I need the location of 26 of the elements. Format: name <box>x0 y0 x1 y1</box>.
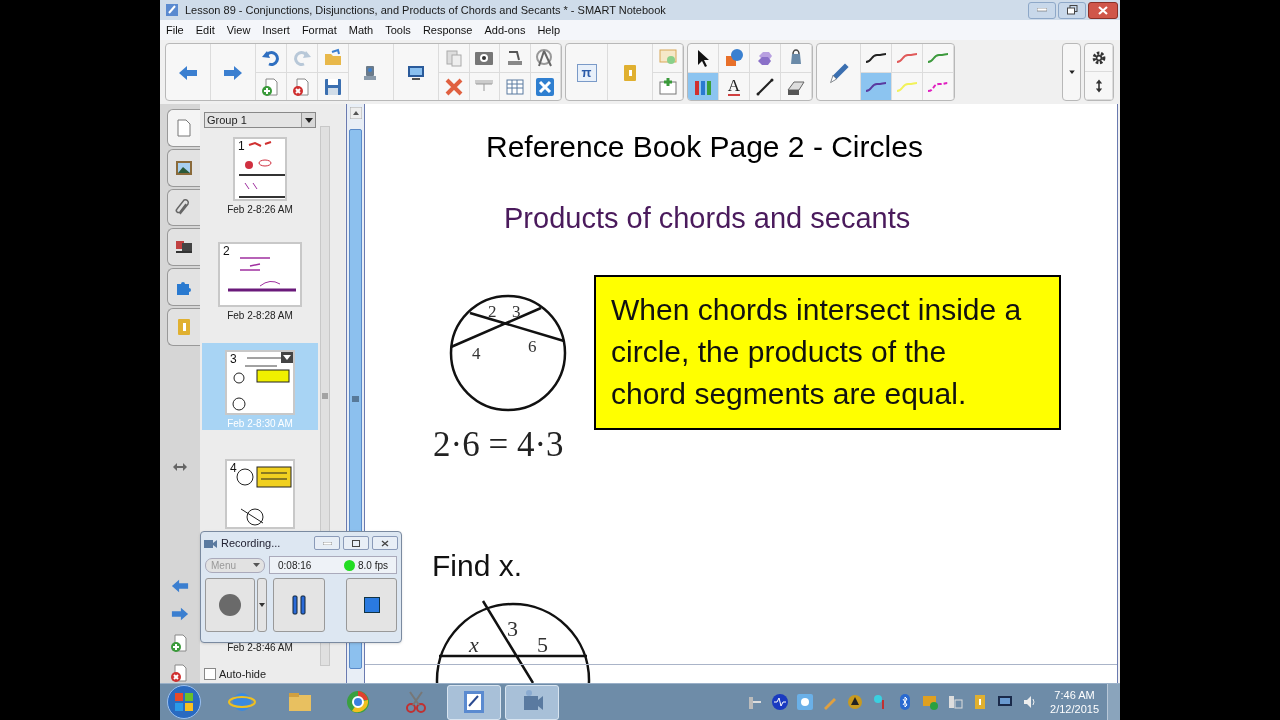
clock-time: 7:46 AM <box>1054 688 1095 702</box>
page-date: Feb 2-8:26 AM <box>227 204 293 216</box>
page-number: 2 <box>223 245 230 257</box>
page-title: Reference Book Page 2 - Circles <box>486 129 923 165</box>
elapsed-time: 0:08:16 <box>278 558 312 573</box>
segment-label: 2 <box>488 302 497 321</box>
segment-label: 3 <box>507 616 518 641</box>
segment-label: 3 <box>512 302 521 321</box>
window-title: Lesson 89 - Conjunctions, Disjunctions, and Products of Chords and Secants * - SMART Notebook <box>185 2 666 18</box>
page-number: 4 <box>230 462 237 474</box>
recorder-title: Recording... <box>221 535 281 551</box>
callout-text: When chords intersect inside a circle, the products of the chord segments are equal. <box>611 292 1023 412</box>
page-number: 1 <box>238 140 245 152</box>
segment-label: x <box>469 632 479 657</box>
page-date: Feb 2-8:30 AM <box>227 418 293 430</box>
frame-rate: 8.0 fps <box>357 558 388 573</box>
segment-label: 4 <box>472 344 481 363</box>
clock-date: 2/12/2015 <box>1050 702 1099 716</box>
page-date: Feb 2-8:46 AM <box>227 642 293 654</box>
equation: 2·6 = 4·3 <box>433 424 564 466</box>
page-number: 3 <box>230 353 237 365</box>
problem-prompt: Find x. <box>432 548 523 584</box>
segment-label: 5 <box>537 632 548 657</box>
page-date: Feb 2-8:28 AM <box>227 310 293 322</box>
segment-label: 6 <box>528 337 537 356</box>
page-subtitle: Products of chords and secants <box>504 201 911 236</box>
